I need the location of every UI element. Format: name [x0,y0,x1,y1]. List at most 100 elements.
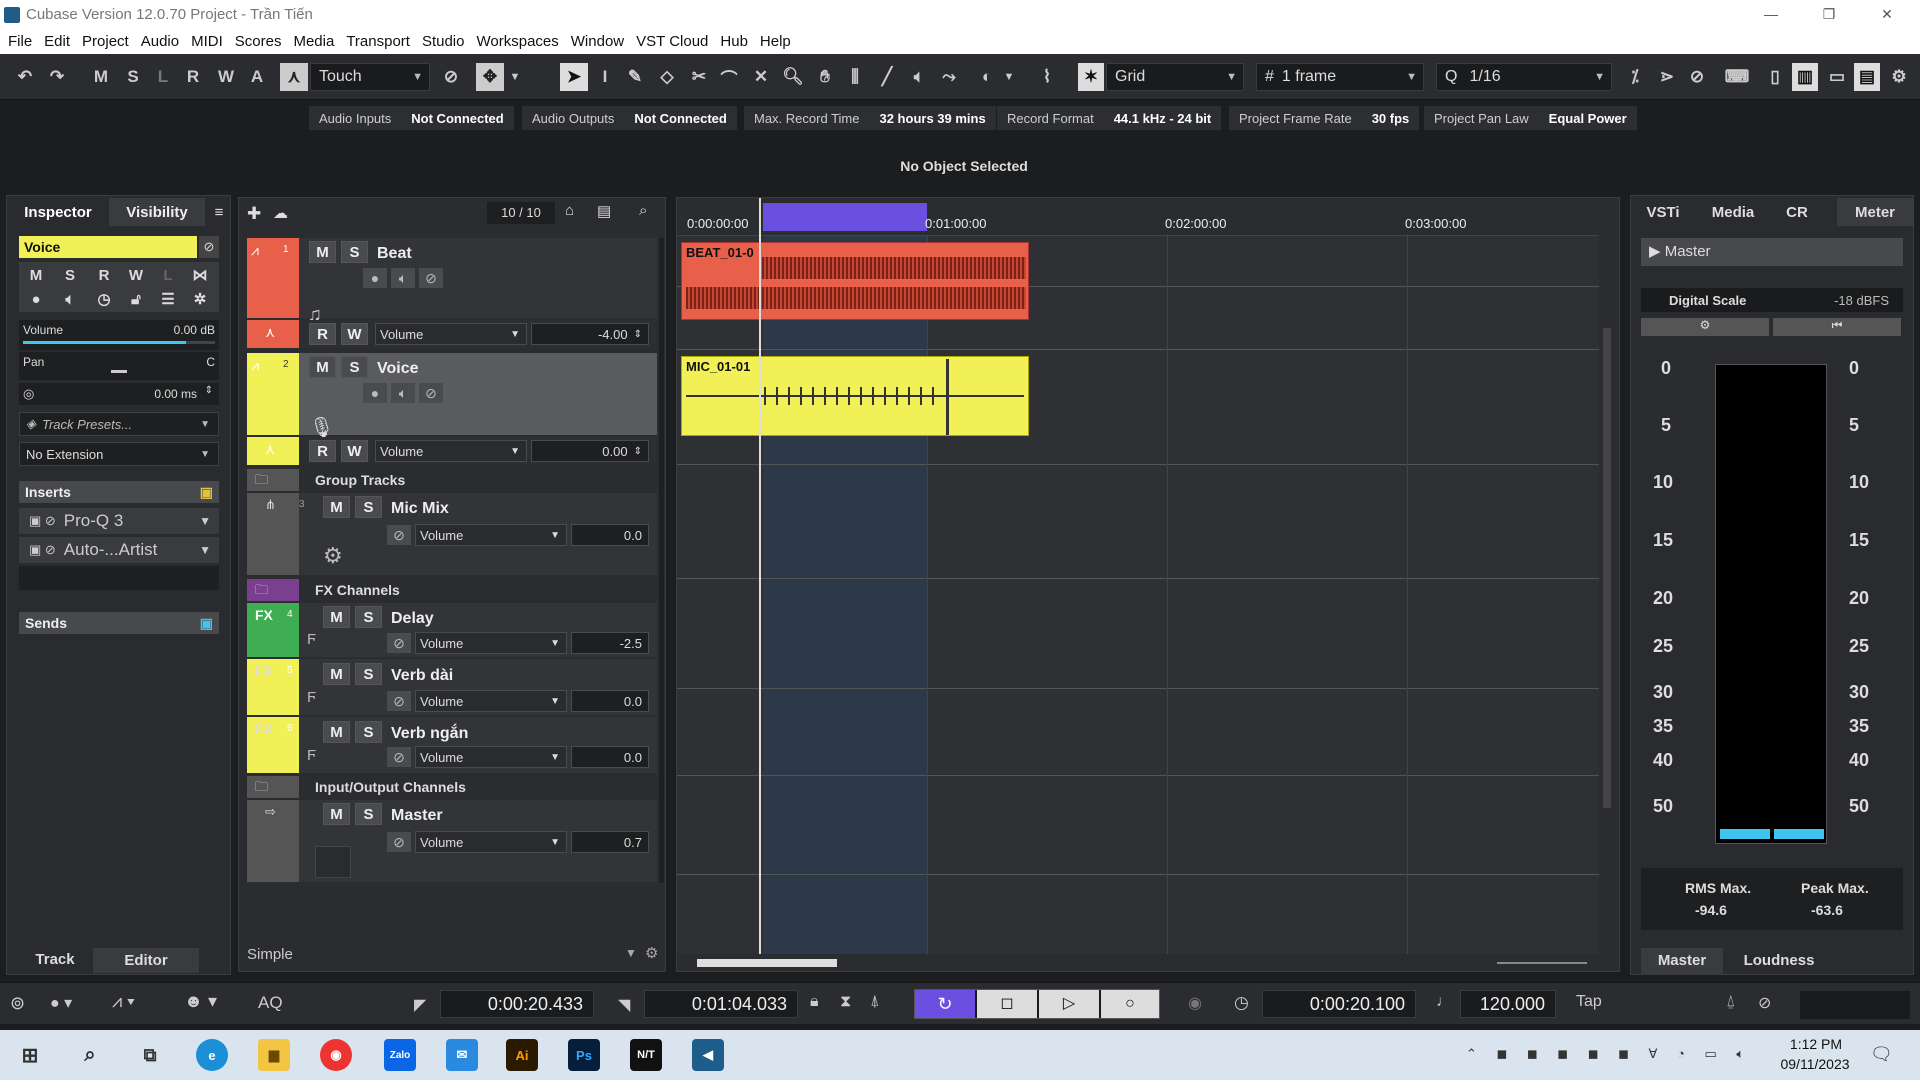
micmix-solo-button[interactable]: S [355,496,382,518]
retrospective-icon[interactable]: ◉ [1188,993,1202,1013]
sends-bypass-icon[interactable]: ▣ [200,615,213,632]
monitor-icon[interactable]: 🔈︎ [391,268,415,288]
tab-editor[interactable]: Editor [93,948,199,973]
menu-help[interactable]: Help [756,33,799,50]
pan-slider[interactable]: Pan C [19,352,219,380]
edge-icon[interactable]: e [196,1039,228,1071]
digital-scale-row[interactable]: Digital Scale -18 dBFS [1641,288,1903,312]
tap-tempo-button[interactable]: Tap [1576,993,1602,1011]
messenger-icon[interactable]: ✉ [446,1039,478,1071]
tab-inspector[interactable]: Inspector [7,198,109,226]
cycle-range[interactable] [763,203,927,231]
menu-studio[interactable]: Studio [418,33,473,50]
tab-vsti[interactable]: VSTi [1631,198,1695,226]
setup-icon[interactable]: ⚙ [1886,63,1912,91]
autoscroll-icon[interactable]: ✥ [476,63,504,91]
verbngan-param-select[interactable]: Volume ▼ [415,746,567,768]
menu-transport[interactable]: Transport [342,33,418,50]
menu-project[interactable]: Project [78,33,137,50]
menu-window[interactable]: Window [567,33,632,50]
record-mode-icon[interactable]: ● ▾ [50,993,72,1013]
iterative-icon[interactable]: ⋗ [1654,63,1680,91]
stop-icon[interactable]: ◻ [977,990,1037,1018]
listen-button[interactable]: L [150,63,176,91]
search-icon[interactable]: ⌕ [74,1039,106,1071]
menu-media[interactable]: Media [289,33,342,50]
add-track-folder-icon[interactable]: ☁ [273,204,288,222]
beat-auto-value[interactable]: -4.00 ⇕ [531,323,649,345]
left-locator-field[interactable]: 0:00:20.433 [440,990,594,1018]
tracklist-scrollbar[interactable] [659,238,664,883]
right-locator-field[interactable]: 0:01:04.033 [644,990,798,1018]
info-audio-inputs[interactable]: Audio Inputs Not Connected [309,106,514,130]
mute-tool-icon[interactable]: ✕ [748,63,774,91]
home-icon[interactable]: ⌂ [565,202,574,219]
master-track-name[interactable]: Master [391,807,443,825]
inspector-solo-button[interactable]: S [57,264,83,286]
auto-quantize-button[interactable]: AQ [258,993,283,1013]
delay-solo-button[interactable]: S [355,606,382,628]
punch-icon[interactable]: ☻ ▾ [184,991,217,1012]
ruler[interactable]: 0:00:00:00 0:01:00:00 0:02:00:00 0:03:00… [677,198,1619,236]
tab-media[interactable]: Media [1695,198,1771,226]
pre-roll-icon[interactable]: ⧗ [840,993,851,1011]
speaker-tool-icon[interactable]: 🔈︎ [906,63,932,91]
track-mic-mix[interactable]: ⋔ 3 ⚙ M S Mic Mix ⊘ Volume ▼ 0.0 [247,493,657,575]
master-param-select[interactable]: Volume ▼ [415,831,567,853]
voice-auto-value[interactable]: 0.00 ⇕ [531,440,649,462]
inserts-section[interactable]: Inserts ▣ [19,481,219,503]
folder-fx-channels[interactable]: 🗀 FX Channels [247,579,657,601]
menu-scores[interactable]: Scores [231,33,290,50]
beat-track-name[interactable]: Beat [377,245,412,263]
track-voice[interactable]: ⩘ 2 🎙︎ M S Voice ● 🔈︎ ⊘ [247,353,657,439]
position-field[interactable]: 0:00:20.100 [1262,990,1416,1018]
chrome-icon[interactable]: ◉ [320,1039,352,1071]
delay-value[interactable]: -2.5 [571,632,649,654]
windows-start-icon[interactable]: ⊞ [14,1039,46,1071]
hand-icon[interactable]: ✋︎ [812,63,838,91]
inspector-write-button[interactable]: W [123,264,149,286]
record-icon[interactable]: ○ [1101,990,1159,1018]
activate-button[interactable]: A [244,63,270,91]
cycle-icon[interactable]: ↻ [915,990,975,1018]
meter-settings-icon[interactable]: ⚙ [1641,318,1769,336]
mute-all-button[interactable]: M [88,63,114,91]
extension-select[interactable]: No Extension ▼ [19,442,219,466]
minimize-button[interactable]: — [1742,0,1800,29]
audio-event-beat[interactable]: BEAT_01-0 [681,242,1029,320]
tab-cr[interactable]: CR [1771,198,1823,226]
edit-channel-icon[interactable]: ⊘ [387,525,411,545]
edit-channel-icon[interactable]: ⊘ [419,383,443,403]
menu-vst-cloud[interactable]: VST Cloud [632,33,716,50]
edit-channel-icon[interactable]: ⊘ [199,236,219,258]
track-verb-dai[interactable]: FX 5 Ϝ M S Verb dài ⊘ Volume ▼ 0.0 [247,659,657,715]
verbngan-track-name[interactable]: Verb ngắn [391,725,468,743]
range-tool-icon[interactable]: I [592,63,618,91]
delay-field[interactable]: ◎ 0.00 ms ⇕ [19,383,219,405]
voice-mute-button[interactable]: M [309,356,336,378]
meter-source[interactable]: ▶ Master [1641,238,1903,266]
notifications-icon[interactable]: 🗨 [1870,1044,1893,1065]
edit-channel-icon[interactable]: ⊘ [387,691,411,711]
beat-auto-read-button[interactable]: R [309,323,336,345]
horizontal-scrollbar[interactable] [697,959,837,967]
close-button[interactable]: ✕ [1858,0,1916,29]
inspector-mute-button[interactable]: M [23,264,49,286]
chevron-down-icon[interactable]: ▼ [1000,63,1018,91]
edit-channel-icon[interactable]: ⊘ [387,633,411,653]
cubase-taskbar-icon[interactable]: ◀ [692,1039,724,1071]
verbngan-value[interactable]: 0.0 [571,746,649,768]
zoom-bar-vertical[interactable] [1599,198,1619,971]
color-icon[interactable]: ◐ [974,63,1000,91]
read-all-button[interactable]: R [180,63,206,91]
beat-auto-param-select[interactable]: Volume ▼ [375,323,527,345]
grid-select[interactable]: #1 frame ▼ [1256,63,1424,91]
swing-icon[interactable]: ⁒ [1622,63,1648,91]
timebase-icon[interactable]: ◷ [91,288,117,310]
line-tool-icon[interactable]: ╱ [874,63,900,91]
inserts-bypass-icon[interactable]: ▣ [200,484,213,501]
audio-event-mic[interactable]: MIC_01-01 [681,356,1029,436]
monitor-icon[interactable]: 🔈︎ [391,383,415,403]
edit-channel-icon[interactable]: ⊘ [387,747,411,767]
delay-mute-button[interactable]: M [323,606,350,628]
